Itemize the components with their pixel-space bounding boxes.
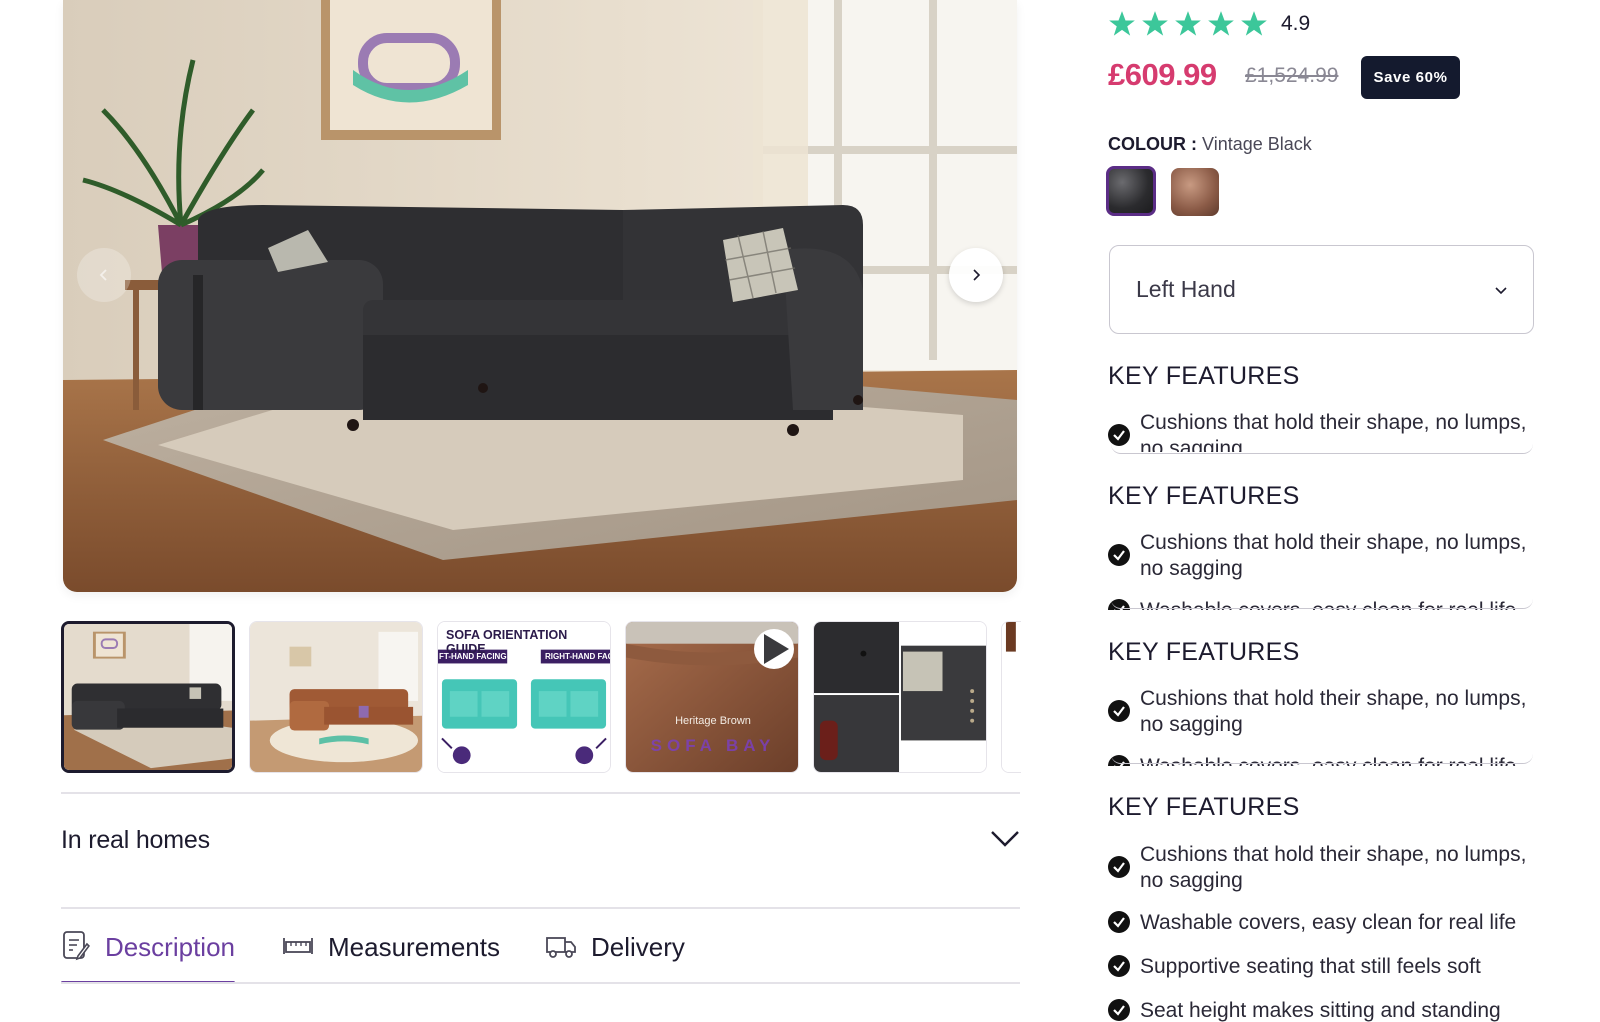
key-feature-item: Washable covers, easy clean for real lif… xyxy=(1108,910,1535,936)
divider xyxy=(61,907,1020,909)
star-icon xyxy=(1208,11,1234,36)
check-circle-icon xyxy=(1108,911,1130,933)
check-circle-icon xyxy=(1108,999,1130,1021)
key-features-heading: KEY FEATURES xyxy=(1108,793,1300,821)
document-edit-icon xyxy=(63,931,90,961)
check-circle-icon xyxy=(1108,700,1130,722)
key-feature-text: Cushions that hold their shape, no lumps… xyxy=(1140,687,1527,736)
key-feature-item: Cushions that hold their shape, no lumps… xyxy=(1108,842,1535,894)
orientation-left-label: FT-HAND FACING xyxy=(439,652,507,661)
colour-label: COLOUR : xyxy=(1108,134,1197,154)
orientation-select-value: Left Hand xyxy=(1136,276,1236,302)
key-feature-text: Supportive seating that still feels soft xyxy=(1140,955,1481,978)
chevron-right-icon xyxy=(973,269,981,281)
tab-measurements-label: Measurements xyxy=(328,932,500,962)
key-feature-item: Supportive seating that still feels soft xyxy=(1108,954,1535,980)
gallery-prev-button[interactable] xyxy=(77,248,131,302)
chevron-down-icon[interactable] xyxy=(988,826,1022,850)
current-price: £609.99 xyxy=(1108,57,1217,92)
tab-delivery-label: Delivery xyxy=(591,932,685,962)
rating-score: 4.9 xyxy=(1281,12,1311,35)
thumbnail-video[interactable]: Heritage Brown SOFA BAY xyxy=(625,621,799,773)
key-features-scroll-edge xyxy=(1111,754,1533,764)
colour-row: COLOUR : Vintage Black xyxy=(1108,134,1312,155)
video-watermark: SOFA BAY xyxy=(650,736,776,755)
swatch-vintage-black[interactable] xyxy=(1106,166,1156,216)
star-icon xyxy=(1142,11,1168,36)
tab-measurements[interactable]: Measurements xyxy=(282,930,500,984)
key-feature-item: Seat height makes sitting and standing xyxy=(1108,998,1535,1022)
chevron-left-icon xyxy=(99,269,107,281)
key-features-scroll-edge xyxy=(1111,599,1533,609)
key-features-list: Cushions that hold their shape, no lumps… xyxy=(1108,842,1535,1022)
key-feature-text: Seat height makes sitting and standing xyxy=(1140,999,1501,1022)
check-circle-icon xyxy=(1108,544,1130,566)
thumbnail-brown-sofa[interactable] xyxy=(249,621,423,773)
thumbnail-black-sofa[interactable] xyxy=(61,621,235,773)
key-features-scroll-edge xyxy=(1111,444,1533,454)
key-features-heading: KEY FEATURES xyxy=(1108,482,1300,510)
colour-value: Vintage Black xyxy=(1202,134,1312,154)
play-icon[interactable] xyxy=(754,629,794,669)
tab-description[interactable]: Description xyxy=(61,930,235,984)
gallery-next-button[interactable] xyxy=(949,248,1003,302)
save-badge: Save 60% xyxy=(1361,56,1460,99)
tab-delivery[interactable]: Delivery xyxy=(545,930,685,984)
key-features-list: Cushions that hold their shape, no lumps… xyxy=(1108,530,1535,610)
check-circle-icon xyxy=(1108,424,1130,446)
orientation-right-label: RIGHT-HAND FAC xyxy=(545,652,611,661)
thumbnail-orientation-guide[interactable]: SOFA ORIENTATION GUIDE FT-HAND FACING RI… xyxy=(437,621,611,773)
star-icon xyxy=(1175,11,1201,36)
key-feature-text: Cushions that hold their shape, no lumps… xyxy=(1140,531,1527,580)
star-icon xyxy=(1109,11,1135,36)
key-feature-text: Washable covers, easy clean for real lif… xyxy=(1140,911,1517,934)
divider xyxy=(61,792,1020,794)
thumbnail-detail[interactable] xyxy=(813,621,987,773)
thumbnail-more[interactable] xyxy=(1001,621,1021,773)
thumbnail-strip: SOFA ORIENTATION GUIDE FT-HAND FACING RI… xyxy=(61,621,1021,773)
key-features-heading: KEY FEATURES xyxy=(1108,638,1300,666)
chevron-down-icon xyxy=(1495,287,1507,295)
main-product-image[interactable] xyxy=(63,0,1017,592)
original-price: £1,524.99 xyxy=(1245,64,1339,87)
ruler-icon xyxy=(283,938,313,954)
swatch-heritage-brown[interactable] xyxy=(1171,168,1219,216)
key-feature-text: Cushions that hold their shape, no lumps… xyxy=(1140,843,1527,892)
star-icon xyxy=(1241,11,1267,36)
orientation-select[interactable]: Left Hand xyxy=(1109,245,1534,334)
key-feature-item: Cushions that hold their shape, no lumps… xyxy=(1108,530,1535,582)
rating[interactable]: 4.9 xyxy=(1108,10,1310,38)
key-feature-item: Cushions that hold their shape, no lumps… xyxy=(1108,686,1535,738)
check-circle-icon xyxy=(1108,955,1130,977)
check-circle-icon xyxy=(1108,856,1130,878)
key-features-heading: KEY FEATURES xyxy=(1108,362,1300,390)
truck-icon xyxy=(546,937,576,958)
accordion-in-real-homes-title[interactable]: In real homes xyxy=(61,826,210,855)
video-caption: Heritage Brown xyxy=(675,715,751,727)
tabs-divider xyxy=(61,982,1020,984)
tab-description-label: Description xyxy=(104,932,235,962)
